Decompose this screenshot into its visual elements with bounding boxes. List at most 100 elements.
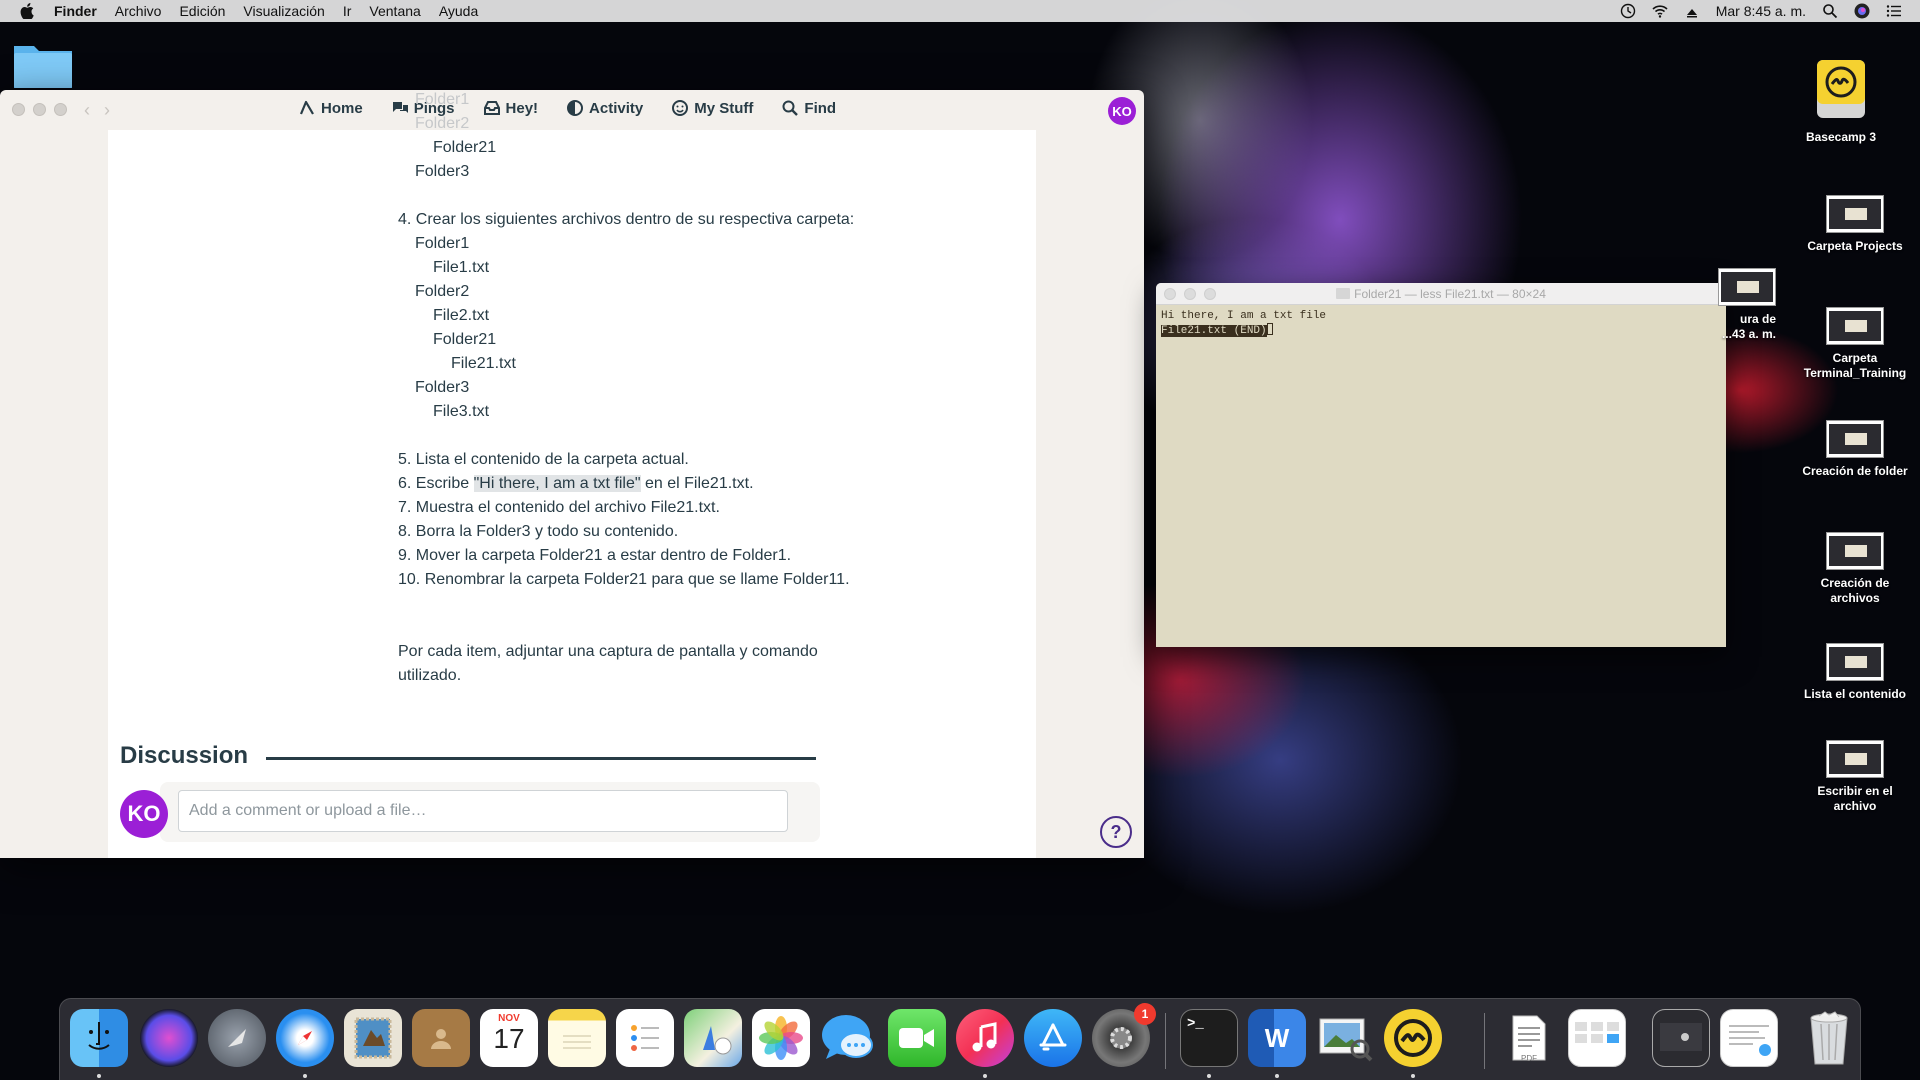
menu-ayuda[interactable]: Ayuda	[439, 3, 478, 19]
doc-line: Folder3	[415, 163, 470, 180]
launchpad-icon[interactable]	[208, 1009, 266, 1067]
terminal-titlebar: Folder21 — less File21.txt — 80×24	[1156, 283, 1726, 305]
spotlight-search-icon[interactable]	[1822, 3, 1838, 19]
dock: NOV 17 1 >_ W PDF	[59, 998, 1861, 1080]
desktop-item-basecamp[interactable]: Basecamp 3	[1786, 58, 1896, 145]
safari-icon[interactable]	[276, 1009, 334, 1067]
minimize-window-button[interactable]	[33, 103, 46, 116]
screenshot-thumbnail-icon	[1826, 195, 1884, 233]
doc-line: Folder3	[415, 379, 470, 396]
desktop-folder-icon[interactable]	[12, 40, 74, 90]
doc-text-segment: en el File21.txt.	[640, 475, 754, 492]
desktop-item-label: Creación de archivos	[1820, 576, 1890, 605]
doc-line: 8. Borra la Folder3 y todo su contenido.	[398, 523, 679, 540]
terminal-zoom-button[interactable]	[1204, 288, 1216, 300]
doc-line: 7. Muestra el contenido del archivo File…	[398, 499, 720, 516]
terminal-output[interactable]: Hi there, I am a txt file File21.txt (EN…	[1156, 305, 1726, 342]
running-indicator	[303, 1074, 307, 1078]
doc-line: File3.txt	[433, 403, 490, 420]
doc-line: Por cada item, adjuntar una captura de p…	[398, 643, 818, 660]
desktop-item-label: ura de	[1739, 312, 1776, 326]
menu-visualizacion[interactable]: Visualización	[243, 3, 324, 19]
menu-ir[interactable]: Ir	[343, 3, 352, 19]
discussion-title: Discussion	[120, 742, 249, 769]
discussion-rule	[266, 756, 817, 760]
itunes-icon[interactable]	[956, 1009, 1014, 1067]
screenshot-thumbnail-icon	[1718, 268, 1776, 306]
zoom-window-button[interactable]	[54, 103, 67, 116]
photos-icon[interactable]	[752, 1009, 810, 1067]
desktop-item-carpeta-terminal[interactable]: Carpeta Terminal_Training	[1800, 307, 1910, 381]
finder-icon[interactable]	[70, 1009, 128, 1067]
facetime-icon[interactable]	[888, 1009, 946, 1067]
running-indicator	[1411, 1074, 1415, 1078]
back-arrow-icon[interactable]: ‹	[84, 100, 90, 121]
running-indicator	[1207, 1074, 1211, 1078]
doc-line: 6. Escribe "Hi there, I am a txt file" e…	[398, 472, 918, 496]
pdf-document-icon[interactable]: PDF	[1500, 1009, 1558, 1067]
terminal-line: Hi there, I am a txt file	[1161, 310, 1327, 322]
notification-center-icon[interactable]	[1886, 3, 1902, 19]
trash-icon[interactable]	[1800, 1009, 1858, 1067]
terminal-minimize-button[interactable]	[1184, 288, 1196, 300]
notes-icon[interactable]	[548, 1009, 606, 1067]
doc-line: utilizado.	[398, 667, 462, 684]
doc-line: Folder21	[433, 139, 497, 156]
doc-line: 10. Renombrar la carpeta Folder21 para q…	[398, 571, 850, 588]
doc-line: 4. Crear los siguientes archivos dentro …	[398, 211, 855, 228]
airplay-icon[interactable]	[1684, 3, 1700, 19]
discussion-header: Discussion	[120, 742, 920, 770]
help-button[interactable]: ?	[1100, 816, 1132, 848]
siri-icon[interactable]	[1854, 3, 1870, 19]
screenshot-thumbnail-icon	[1826, 307, 1884, 345]
status-area: Mar 8:45 a. m.	[1620, 3, 1902, 19]
menu-app-finder[interactable]: Finder	[54, 3, 97, 19]
desktop-item-carpeta-projects[interactable]: Carpeta Projects	[1800, 195, 1910, 254]
documents-stack-icon[interactable]	[1720, 1009, 1778, 1067]
contacts-icon[interactable]	[412, 1009, 470, 1067]
downloads-stack-icon[interactable]	[1568, 1009, 1626, 1067]
desktop-item-label: Carpeta Terminal_Training	[1803, 351, 1907, 380]
screenshot-thumbnail-icon	[1826, 532, 1884, 570]
desktop-item-escribir-archivo[interactable]: Escribir en el archivo	[1800, 740, 1910, 814]
pdf-label: PDF	[1521, 1054, 1537, 1063]
forward-arrow-icon[interactable]: ›	[104, 100, 110, 121]
terminal-close-button[interactable]	[1164, 288, 1176, 300]
menubar-clock[interactable]: Mar 8:45 a. m.	[1716, 3, 1806, 19]
reminders-icon[interactable]	[616, 1009, 674, 1067]
doc-line	[398, 616, 918, 640]
menu-edicion[interactable]: Edición	[179, 3, 225, 19]
menu-archivo[interactable]: Archivo	[115, 3, 162, 19]
app-store-icon[interactable]	[1024, 1009, 1082, 1067]
time-machine-icon[interactable]	[1620, 3, 1636, 19]
desktop-item-label: Basecamp 3	[1805, 130, 1877, 144]
screenshot-thumbnail-icon	[1826, 643, 1884, 681]
menu-ventana[interactable]: Ventana	[369, 3, 420, 19]
messages-icon[interactable]	[820, 1009, 878, 1067]
word-icon[interactable]: W	[1248, 1009, 1306, 1067]
mail-stamp-icon[interactable]	[344, 1009, 402, 1067]
comment-input[interactable]	[178, 790, 788, 832]
maps-icon[interactable]	[684, 1009, 742, 1067]
document-body: Folder1 Folder2 Folder21 Folder3 4. Crea…	[398, 91, 918, 688]
running-indicator	[983, 1074, 987, 1078]
preview-icon[interactable]	[1316, 1009, 1374, 1067]
terminal-app-icon[interactable]: >_	[1180, 1009, 1238, 1067]
screenshot-stack-icon[interactable]	[1652, 1009, 1710, 1067]
siri-icon[interactable]	[140, 1009, 198, 1067]
desktop-item-creacion-archivos[interactable]: Creación de archivos	[1800, 532, 1910, 606]
basecamp-app-icon[interactable]	[1384, 1009, 1442, 1067]
folder-icon	[1336, 288, 1351, 299]
desktop-item-lista-contenido[interactable]: Lista el contenido	[1800, 643, 1910, 702]
screenshot-thumbnail-icon	[1826, 740, 1884, 778]
desktop-item-creacion-folder[interactable]: Creación de folder	[1800, 420, 1910, 479]
nav-home[interactable]: Home	[298, 99, 363, 117]
less-end-indicator: File21.txt (END)	[1161, 325, 1267, 337]
menu-bar: Finder Archivo Edición Visualización Ir …	[0, 0, 1920, 22]
wifi-icon[interactable]	[1652, 3, 1668, 19]
close-window-button[interactable]	[12, 103, 25, 116]
user-avatar[interactable]: KO	[1108, 97, 1136, 125]
apple-icon[interactable]	[20, 3, 34, 19]
calendar-icon[interactable]: NOV 17	[480, 1009, 538, 1067]
desktop-item-captura[interactable]: ura de ...43 a. m.	[1686, 268, 1776, 342]
